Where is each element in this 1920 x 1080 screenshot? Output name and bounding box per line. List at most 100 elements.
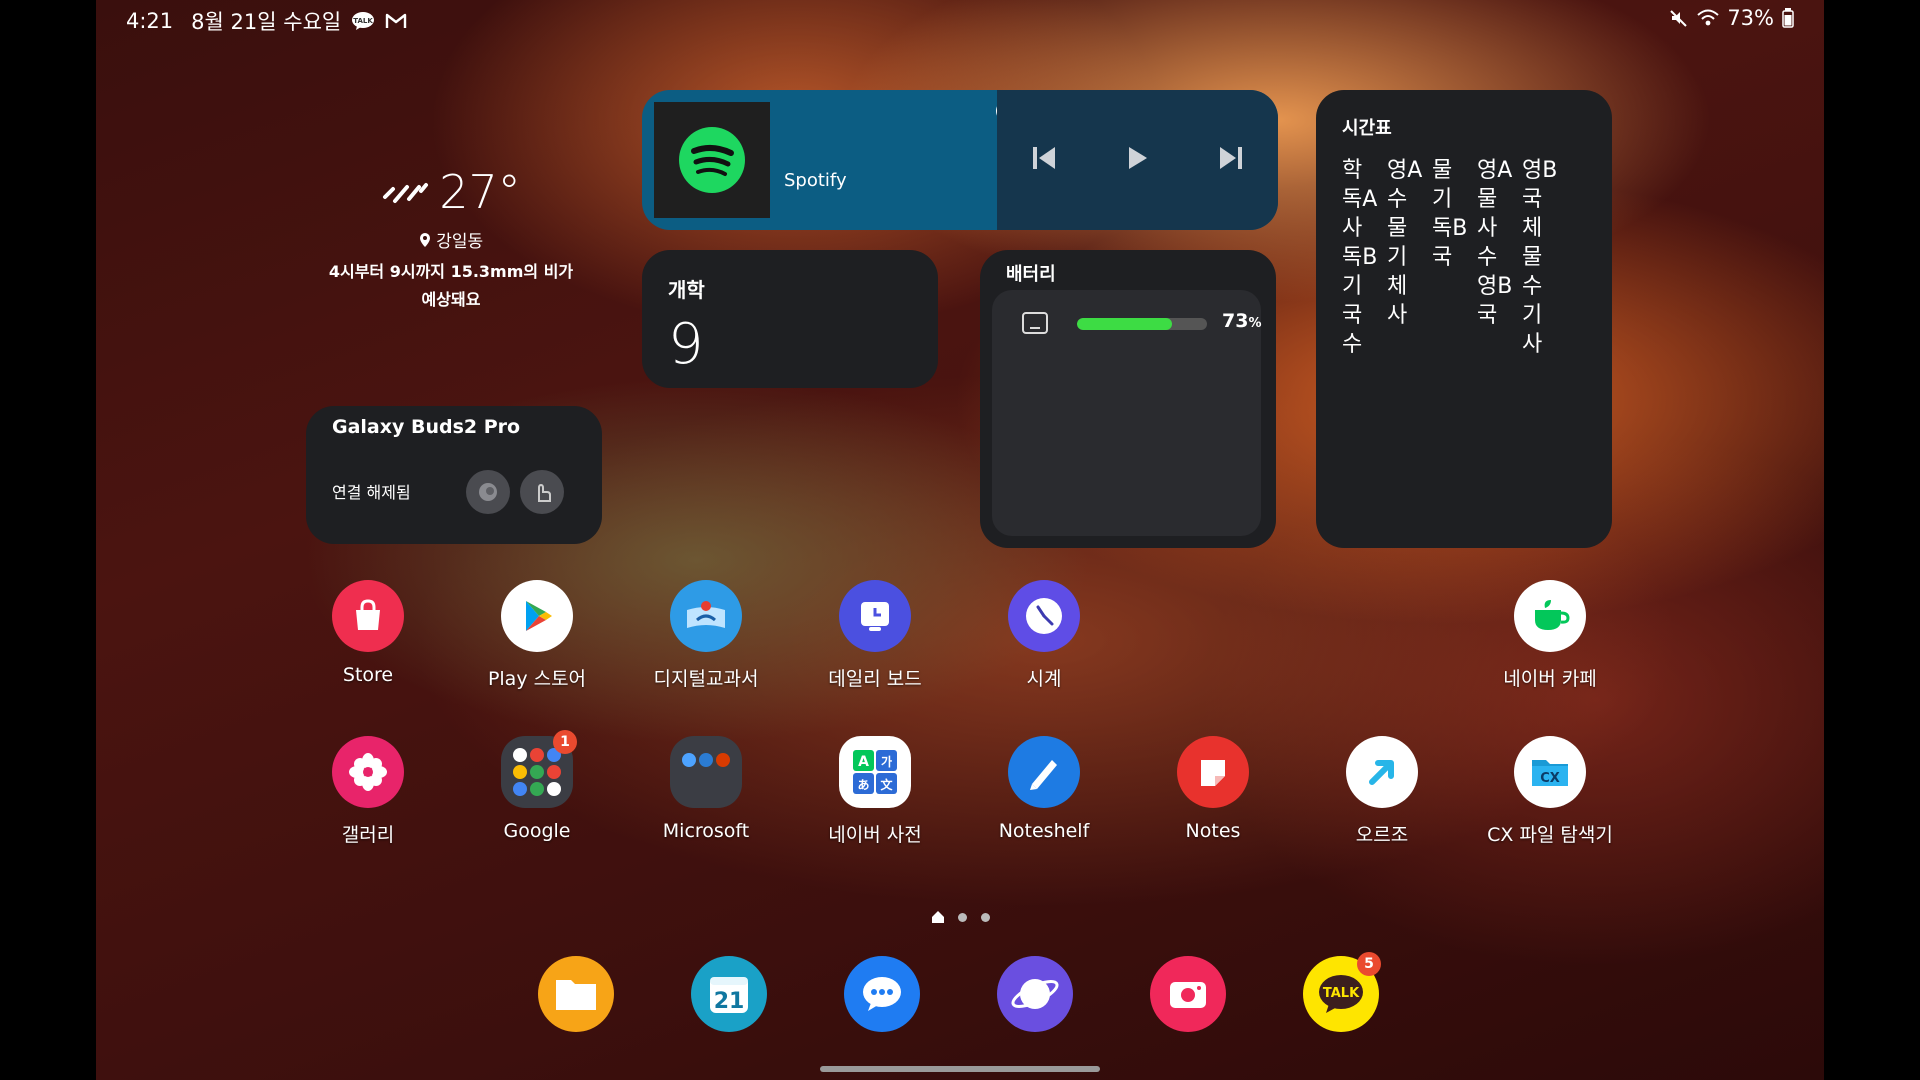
app-clock[interactable]: 시계	[964, 580, 1124, 691]
planet-icon	[1011, 979, 1059, 1009]
timetable-cell: 수	[1522, 274, 1543, 299]
battery-widget[interactable]: 배터리 73%	[980, 250, 1276, 548]
notification-badge: 1	[553, 730, 577, 754]
timetable-cell: 사	[1387, 303, 1408, 328]
microsoft-app-mini-icon	[716, 753, 730, 767]
battery-percent-value: 73	[1222, 310, 1249, 332]
app-label: Play 스토어	[487, 668, 587, 690]
page-dot	[981, 913, 990, 922]
timetable-cell: 독B	[1432, 216, 1468, 241]
dock-camera[interactable]	[1150, 956, 1226, 1032]
weather-temperature: 27°	[439, 165, 521, 219]
app-cx-file-explorer[interactable]: CX CX 파일 탐색기	[1470, 736, 1630, 847]
google-app-mini-icon	[547, 765, 561, 779]
battery-level-bar	[1077, 318, 1207, 330]
weather-description: 4시부터 9시까지 15.3mm의 비가 예상돼요	[296, 258, 606, 314]
dock-calendar[interactable]: 21	[691, 956, 767, 1032]
app-naver-cafe[interactable]: 네이버 카페	[1470, 580, 1630, 691]
app-noteshelf[interactable]: Noteshelf	[964, 736, 1124, 842]
battery-panel: 73%	[992, 290, 1261, 536]
daily-board-icon[interactable]	[839, 580, 911, 652]
google-app-mini-icon	[513, 765, 527, 779]
timetable-column: 학 독A 사 독B 기 국 수	[1342, 156, 1387, 359]
galaxy-store-icon[interactable]	[332, 580, 404, 652]
app-digital-textbook[interactable]: 디지털교과서	[626, 580, 786, 691]
galaxy-buds-widget[interactable]: Galaxy Buds2 Pro 연결 해제됨	[306, 406, 602, 544]
app-store[interactable]: Store	[288, 580, 448, 686]
noise-control-button[interactable]	[466, 470, 510, 514]
app-play-store[interactable]: Play 스토어	[457, 580, 617, 691]
dict-letter: 가	[881, 754, 892, 769]
microsoft-folder-icon[interactable]	[670, 736, 742, 808]
app-orzo[interactable]: 오르조	[1302, 736, 1462, 847]
timetable-cell: 사	[1477, 216, 1498, 241]
weather-widget[interactable]: 27° 강일동 4시부터 9시까지 15.3mm의 비가 예상돼요	[296, 165, 606, 314]
dock-kakaotalk[interactable]: TALK 5	[1303, 952, 1381, 1032]
play-icon[interactable]	[1123, 144, 1151, 176]
touch-control-button[interactable]	[520, 470, 564, 514]
app-daily-board[interactable]: 데일리 보드	[795, 580, 955, 691]
countdown-widget[interactable]: 개학 9	[642, 250, 938, 388]
earbud-icon	[479, 483, 497, 501]
folder-google[interactable]: 1 Google	[457, 730, 617, 842]
naver-cafe-icon[interactable]	[1514, 580, 1586, 652]
timetable-cell: 체	[1387, 274, 1408, 299]
app-naver-dictionary[interactable]: A 가 あ 文 네이버 사전	[795, 736, 955, 847]
gesture-handle[interactable]	[820, 1066, 1100, 1072]
folder-microsoft[interactable]: Microsoft	[626, 736, 786, 842]
timetable-cell: 영A	[1387, 158, 1423, 183]
digital-textbook-icon[interactable]	[670, 580, 742, 652]
timetable-cell: 영B	[1522, 158, 1558, 183]
app-label: Google	[503, 820, 571, 842]
notes-icon[interactable]	[1177, 736, 1249, 808]
timetable-widget[interactable]: 시간표 학 독A 사 독B 기 국 수 영A 수 물 기 체 사 물 기 독B 국 영A 물 사 수 영B 국 영B 국…	[1316, 90, 1612, 548]
dock-my-files[interactable]	[538, 956, 614, 1032]
timetable-cell: 사	[1522, 332, 1543, 357]
timetable-cell: 국	[1522, 187, 1543, 212]
dock-internet[interactable]	[997, 956, 1073, 1032]
timetable-cell: 물	[1432, 158, 1453, 183]
gallery-icon[interactable]	[332, 736, 404, 808]
noteshelf-icon[interactable]	[1008, 736, 1080, 808]
previous-track-icon[interactable]	[1030, 144, 1058, 176]
dict-letter: あ	[857, 778, 869, 792]
page-indicator[interactable]	[932, 908, 990, 927]
status-left: 4:21 8월 21일 수요일 TALK	[126, 6, 407, 36]
cx-file-explorer-icon[interactable]: CX	[1514, 736, 1586, 808]
spotify-logo-icon	[679, 127, 745, 193]
app-label: CX 파일 탐색기	[1487, 824, 1613, 846]
status-date: 8월 21일 수요일	[191, 10, 342, 34]
google-folder-icon[interactable]: 1	[501, 730, 577, 808]
weather-location-text: 강일동	[436, 232, 484, 252]
app-label: 네이버 카페	[1503, 668, 1597, 690]
app-label: 네이버 사전	[828, 824, 922, 846]
orzo-icon[interactable]	[1346, 736, 1418, 808]
spotify-controls	[997, 90, 1278, 230]
folder-preview-grid	[682, 753, 730, 767]
weather-location: 강일동	[296, 227, 606, 252]
naver-dictionary-icon[interactable]: A 가 あ 文	[839, 736, 911, 808]
app-gallery[interactable]: 갤러리	[288, 736, 448, 847]
countdown-value: 9	[668, 312, 704, 377]
next-track-icon[interactable]	[1217, 144, 1245, 176]
folder-icon	[556, 980, 596, 1010]
spotify-widget[interactable]: Spotify	[642, 90, 1278, 230]
timetable-cell: 수	[1477, 245, 1498, 270]
dock-messages[interactable]	[844, 956, 920, 1032]
buds-status: 연결 해제됨	[332, 483, 411, 502]
google-app-mini-icon	[530, 782, 544, 796]
spotify-album-art[interactable]	[654, 102, 770, 218]
weather-desc-line1: 4시부터 9시까지 15.3mm의 비가	[328, 262, 574, 281]
timetable-cell: 학	[1342, 158, 1363, 183]
timetable-cell: 물	[1477, 187, 1498, 212]
app-notes[interactable]: Notes	[1133, 736, 1293, 842]
app-label: 갤러리	[341, 824, 395, 846]
calendar-icon: 21	[710, 977, 748, 1014]
timetable-cell: 영B	[1477, 274, 1513, 299]
google-app-mini-icon	[513, 782, 527, 796]
battery-level-fill	[1077, 318, 1172, 330]
play-store-icon[interactable]	[501, 580, 573, 652]
folder-preview-grid	[513, 748, 561, 796]
clock-icon[interactable]	[1008, 580, 1080, 652]
timetable-cell: 기	[1387, 245, 1408, 270]
